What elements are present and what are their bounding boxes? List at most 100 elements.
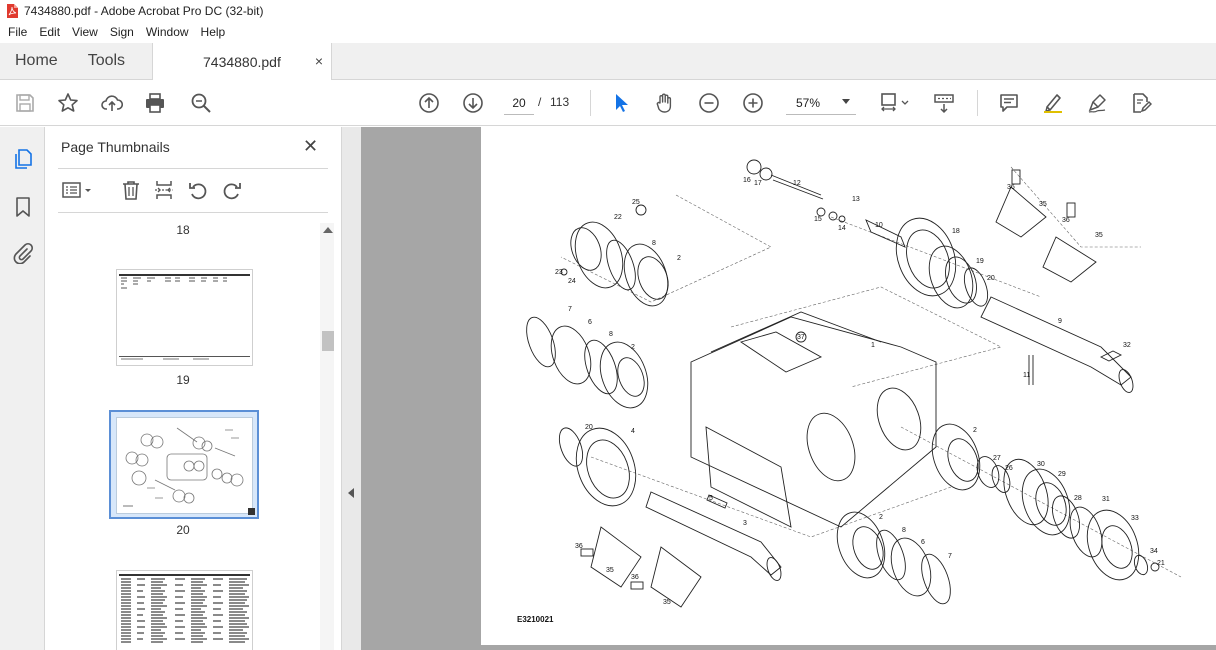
tab-document-label: 7434880.pdf xyxy=(203,53,281,70)
callout-34: 34 xyxy=(1150,548,1158,555)
callout-6: 6 xyxy=(588,319,592,326)
printer-icon xyxy=(146,93,164,113)
scroll-mode-button[interactable] xyxy=(931,90,957,116)
zoom-level-value: 57% xyxy=(796,95,821,110)
menu-file[interactable]: File xyxy=(2,22,33,43)
cloud-upload-icon xyxy=(101,95,123,111)
print-button[interactable] xyxy=(142,90,168,116)
menu-window[interactable]: Window xyxy=(140,22,195,43)
thumbnail-page-preview xyxy=(116,417,253,514)
callout-21: 21 xyxy=(1157,560,1165,567)
callout-2: 2 xyxy=(879,514,883,521)
callout-37: 37 xyxy=(797,334,805,341)
cursor-arrow-icon xyxy=(616,94,628,112)
tab-home[interactable]: Home xyxy=(0,43,73,79)
upload-share-button[interactable] xyxy=(99,90,125,116)
thumbnail-label: 18 xyxy=(176,223,190,237)
bookmarks-button[interactable] xyxy=(11,195,35,219)
panel-collapse-handle[interactable] xyxy=(342,127,361,650)
callout-32: 32 xyxy=(1123,342,1131,349)
arrow-up-circle-icon xyxy=(419,93,439,113)
thumbnail-page-20-selected[interactable] xyxy=(109,410,259,519)
close-tab-button[interactable]: × xyxy=(315,53,323,69)
menu-help[interactable]: Help xyxy=(195,22,232,43)
chevron-down-icon xyxy=(842,99,850,104)
rotate-clockwise-button[interactable] xyxy=(221,179,243,201)
sign-button[interactable] xyxy=(1084,90,1110,116)
hand-tool-button[interactable] xyxy=(652,90,678,116)
menu-edit[interactable]: Edit xyxy=(33,22,66,43)
save-button[interactable] xyxy=(12,90,38,116)
callout-24: 24 xyxy=(568,278,576,285)
callout-18: 18 xyxy=(952,228,960,235)
thumbnail-options-button[interactable] xyxy=(61,179,93,201)
protect-button[interactable] xyxy=(1128,90,1154,116)
comment-icon xyxy=(1000,94,1018,112)
comment-button[interactable] xyxy=(996,90,1022,116)
callout-36: 36 xyxy=(575,543,583,550)
arrow-down-circle-icon xyxy=(463,93,483,113)
minus-circle-icon xyxy=(699,93,719,113)
scrollbar-thumb[interactable] xyxy=(322,331,334,351)
callout-30: 30 xyxy=(1037,461,1045,468)
callout-17: 17 xyxy=(754,180,762,187)
callout-35: 35 xyxy=(1039,201,1047,208)
zoom-out-button[interactable] xyxy=(696,90,722,116)
callout-2: 2 xyxy=(973,427,977,434)
callout-28: 28 xyxy=(1074,495,1082,502)
document-viewport[interactable]: 1 2 2 2 2 3 4 5 6 6 7 7 8 8 8 9 10 11 12… xyxy=(361,127,1216,650)
thumbnail-page-19[interactable] xyxy=(116,269,253,366)
resize-handle[interactable] xyxy=(248,508,255,515)
callout-3: 3 xyxy=(743,520,747,527)
menu-sign[interactable]: Sign xyxy=(104,22,140,43)
tab-tools[interactable]: Tools xyxy=(73,43,140,79)
callout-8: 8 xyxy=(609,331,613,338)
callout-6: 6 xyxy=(921,539,925,546)
attachments-button[interactable] xyxy=(11,241,35,265)
toolbar-divider xyxy=(590,90,591,116)
select-tool-button[interactable] xyxy=(608,90,634,116)
delete-pages-button[interactable] xyxy=(120,179,142,201)
zoom-level-select[interactable]: 57% xyxy=(786,91,856,115)
thumbnail-label: 20 xyxy=(176,523,190,537)
thumbnail-list: 18 19 20 xyxy=(45,213,321,650)
callout-8: 8 xyxy=(902,527,906,534)
highlighter-pen-icon xyxy=(1044,94,1062,113)
highlight-button[interactable] xyxy=(1040,90,1066,116)
callout-27: 27 xyxy=(993,455,1001,462)
thumbnail-page-21[interactable] xyxy=(116,570,253,650)
panel-divider xyxy=(58,168,328,169)
acrobat-pdf-icon xyxy=(7,4,18,18)
close-panel-button[interactable]: ✕ xyxy=(303,137,318,155)
copy-pages-icon xyxy=(15,149,32,169)
callout-4: 4 xyxy=(631,428,635,435)
page-view-button[interactable] xyxy=(876,90,912,116)
callout-11: 11 xyxy=(1023,372,1030,379)
previous-page-button[interactable] xyxy=(416,90,442,116)
page-thumbnails-button[interactable] xyxy=(11,147,35,171)
document-edit-icon xyxy=(1133,93,1152,113)
tab-document[interactable]: 7434880.pdf × xyxy=(152,43,332,80)
magnifier-icon xyxy=(191,93,211,113)
find-zoom-button[interactable] xyxy=(188,90,214,116)
thumbnail-label: 19 xyxy=(176,373,190,387)
insert-page-button[interactable] xyxy=(153,179,175,201)
next-page-button[interactable] xyxy=(460,90,486,116)
navigation-rail xyxy=(0,127,45,650)
thumbnail-scrollbar[interactable] xyxy=(320,223,334,650)
callout-13: 13 xyxy=(852,196,860,203)
rotate-counterclockwise-button[interactable] xyxy=(187,179,209,201)
window-title: 7434880.pdf - Adobe Acrobat Pro DC (32-b… xyxy=(24,4,264,18)
menu-view[interactable]: View xyxy=(66,22,104,43)
plus-circle-icon xyxy=(743,93,763,113)
page-total: 113 xyxy=(550,95,570,109)
callout-7: 7 xyxy=(948,553,952,560)
bookmark-star-button[interactable] xyxy=(55,90,81,116)
hand-icon xyxy=(656,93,672,113)
zoom-in-button[interactable] xyxy=(740,90,766,116)
callout-19: 19 xyxy=(976,258,984,265)
scroll-up-arrow-icon[interactable] xyxy=(323,227,333,233)
chevron-down-icon xyxy=(85,189,91,192)
page-number-input[interactable] xyxy=(504,91,534,115)
drawing-code: E3210021 xyxy=(517,615,554,624)
